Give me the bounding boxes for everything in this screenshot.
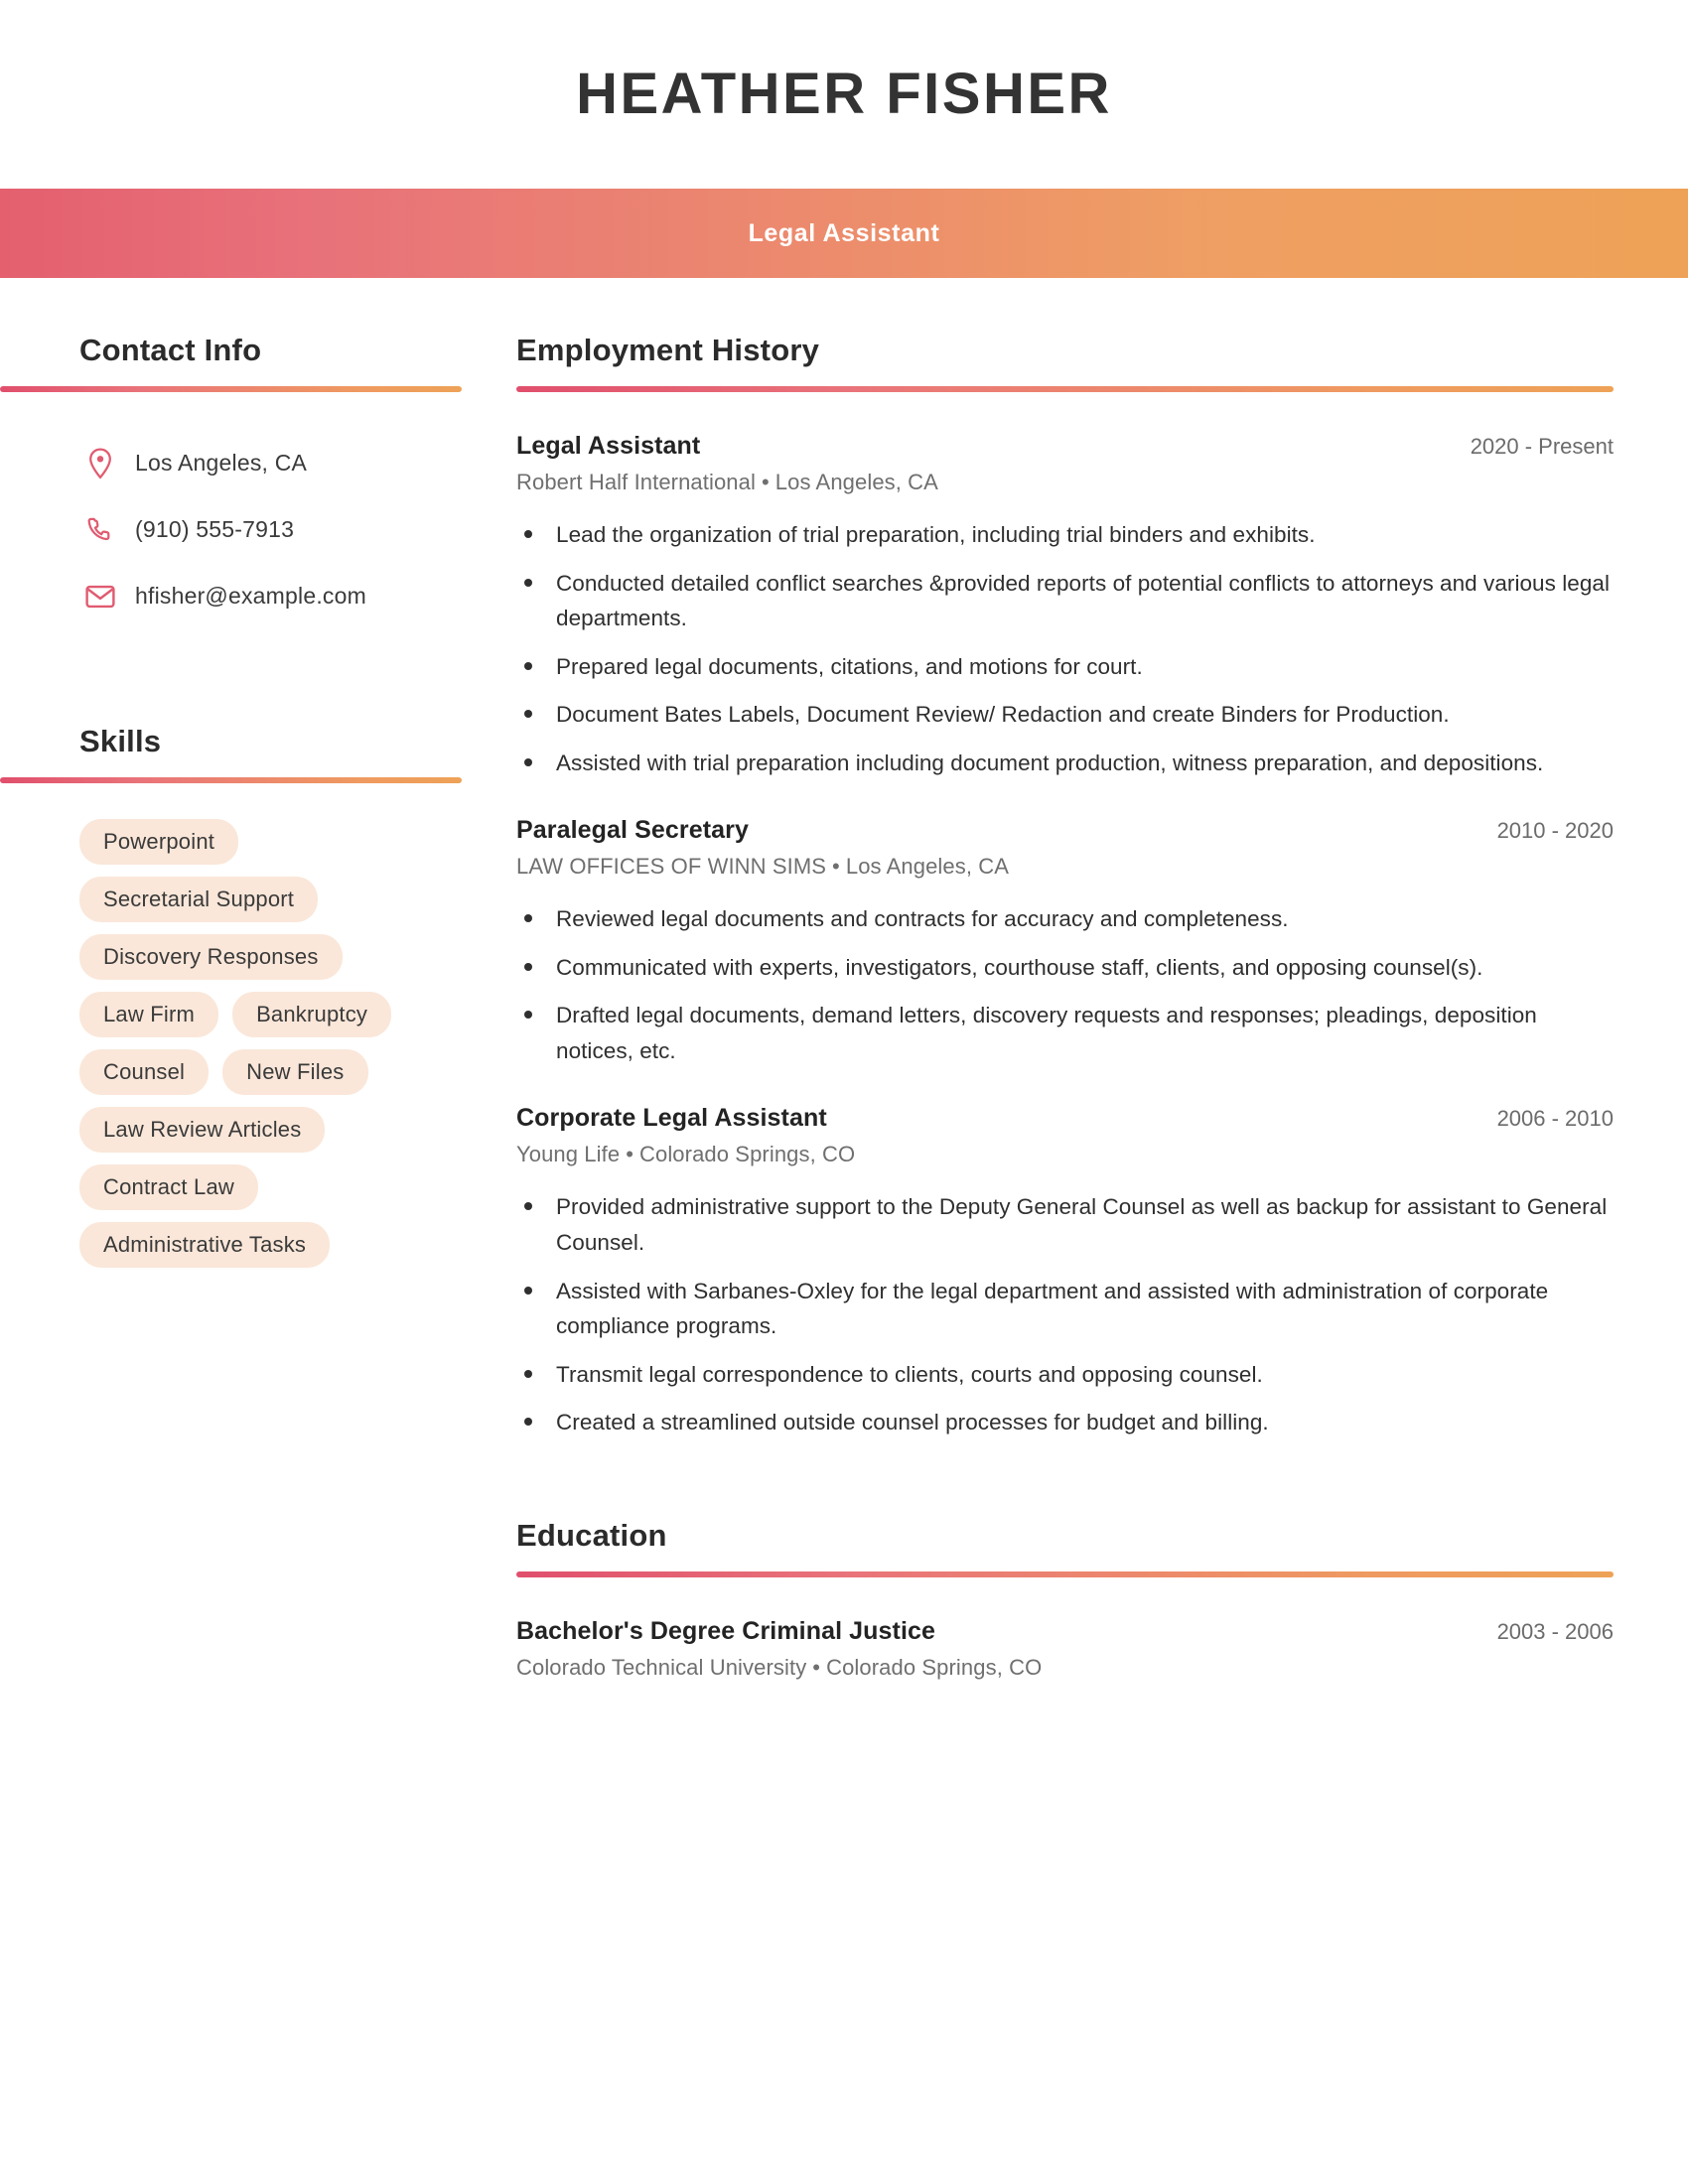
entry-organization: Colorado Technical University • Colorado S… — [516, 1655, 1614, 1681]
skill-tag: Law Review Articles — [79, 1107, 326, 1153]
skill-tag: Administrative Tasks — [79, 1222, 331, 1268]
section-divider — [0, 386, 462, 392]
entry-organization: Robert Half International • Los Angeles, C… — [516, 470, 1614, 495]
entry-dates: 2010 - 2020 — [1496, 818, 1614, 844]
bullet-item: Document Bates Labels, Document Review/ … — [516, 697, 1614, 733]
entry-organization: LAW OFFICES OF WINN SIMS • Los Angeles, CA — [516, 854, 1614, 880]
contact-location-text: Los Angeles, CA — [135, 450, 308, 476]
entry-bullets: Reviewed legal documents and contracts f… — [516, 901, 1614, 1068]
skill-tag: Counsel — [79, 1049, 210, 1095]
bullet-separator: • — [626, 1142, 633, 1167]
degree-title: Bachelor's Degree Criminal Justice — [516, 1616, 936, 1645]
entry-header: Corporate Legal Assistant 2006 - 2010 — [516, 1104, 1614, 1133]
bullet-separator: • — [832, 854, 840, 880]
entry-role: Paralegal Secretary — [516, 816, 750, 845]
contact-info-heading: Contact Info — [79, 333, 262, 367]
education-section: Education Bachelor's Degree Criminal Jus… — [516, 1518, 1614, 1681]
skill-tag: Contract Law — [79, 1164, 259, 1210]
entry-location: Los Angeles, CA — [774, 470, 938, 494]
job-title-band: Legal Assistant — [0, 189, 1688, 278]
entry-dates: 2006 - 2010 — [1496, 1106, 1614, 1132]
skills-list: Powerpoint Secretarial Support Discovery… — [0, 819, 417, 1268]
entry-company: Young Life — [516, 1142, 621, 1167]
bullet-item: Created a streamlined outside counsel pr… — [516, 1405, 1614, 1440]
entry-location: Colorado Springs, CO — [826, 1654, 1043, 1680]
bullet-item: Communicated with experts, investigators… — [516, 950, 1614, 986]
entry-dates: 2020 - Present — [1470, 434, 1614, 459]
entry-company: Robert Half International — [516, 470, 756, 494]
employment-entry: Paralegal Secretary 2010 - 2020 LAW OFFI… — [516, 816, 1614, 1068]
resume-header: HEATHER FISHER — [0, 0, 1688, 189]
skill-tag: New Files — [222, 1049, 368, 1095]
entry-location: Colorado Springs, CO — [639, 1142, 856, 1167]
bullet-separator: • — [812, 1654, 821, 1680]
employment-entry: Legal Assistant 2020 - Present Robert Ha… — [516, 432, 1614, 780]
bullet-item: Prepared legal documents, citations, and… — [516, 649, 1614, 685]
entry-organization: Young Life • Colorado Springs, CO — [516, 1142, 1614, 1167]
bullet-item: Transmit legal correspondence to clients… — [516, 1357, 1614, 1393]
employment-history-section: Employment History Legal Assistant 2020 … — [516, 333, 1614, 1440]
entry-company: LAW OFFICES OF WINN SIMS — [516, 854, 827, 880]
entry-dates: 2003 - 2006 — [1496, 1618, 1614, 1644]
page-title: HEATHER FISHER — [576, 62, 1112, 126]
resume-body: Contact Info Los Angeles, CA (910) 555-7… — [0, 278, 1688, 1681]
section-divider — [0, 777, 462, 783]
skill-tag: Discovery Responses — [79, 934, 343, 980]
contact-row-phone: (910) 555-7913 — [79, 496, 516, 563]
education-heading: Education — [516, 1517, 667, 1553]
contact-list: Los Angeles, CA (910) 555-7913 hfisher@e… — [0, 430, 516, 629]
job-title: Legal Assistant — [748, 218, 940, 247]
skills-heading: Skills — [79, 724, 162, 758]
bullet-separator: • — [761, 470, 770, 494]
location-pin-icon — [79, 447, 121, 479]
skill-tag: Law Firm — [79, 992, 219, 1037]
section-divider — [516, 1570, 1614, 1577]
entry-bullets: Provided administrative support to the D… — [516, 1189, 1614, 1439]
school-name: Colorado Technical University — [516, 1654, 807, 1680]
bullet-item: Lead the organization of trial preparati… — [516, 517, 1614, 553]
bullet-item: Assisted with trial preparation includin… — [516, 746, 1614, 781]
contact-email-text: hfisher@example.com — [135, 583, 366, 609]
education-entry: Bachelor's Degree Criminal Justice 2003 … — [516, 1617, 1614, 1681]
entry-header: Legal Assistant 2020 - Present — [516, 432, 1614, 461]
employment-entry: Corporate Legal Assistant 2006 - 2010 Yo… — [516, 1104, 1614, 1439]
employment-entries: Legal Assistant 2020 - Present Robert Ha… — [516, 432, 1614, 1440]
skill-tag: Bankruptcy — [232, 992, 392, 1037]
bullet-item: Reviewed legal documents and contracts f… — [516, 901, 1614, 937]
entry-header: Paralegal Secretary 2010 - 2020 — [516, 816, 1614, 845]
section-divider — [516, 386, 1614, 392]
envelope-icon — [79, 585, 121, 609]
employment-history-heading: Employment History — [516, 333, 820, 367]
entry-header: Bachelor's Degree Criminal Justice 2003 … — [516, 1617, 1614, 1646]
entry-bullets: Lead the organization of trial preparati… — [516, 517, 1614, 780]
bullet-item: Provided administrative support to the D… — [516, 1189, 1614, 1260]
bullet-item: Conducted detailed conflict searches &pr… — [516, 566, 1614, 636]
contact-row-location: Los Angeles, CA — [79, 430, 516, 496]
bullet-item: Drafted legal documents, demand letters,… — [516, 998, 1614, 1068]
skill-tag: Powerpoint — [79, 819, 239, 865]
bullet-item: Assisted with Sarbanes-Oxley for the leg… — [516, 1274, 1614, 1344]
sidebar: Contact Info Los Angeles, CA (910) 555-7… — [0, 333, 516, 1268]
skills-section: Skills Powerpoint Secretarial Support Di… — [0, 724, 516, 1268]
contact-phone-text: (910) 555-7913 — [135, 516, 295, 542]
contact-row-email: hfisher@example.com — [79, 563, 516, 629]
contact-info-section: Contact Info Los Angeles, CA (910) 555-7… — [0, 333, 516, 629]
skill-tag: Secretarial Support — [79, 877, 319, 922]
entry-role: Legal Assistant — [516, 432, 701, 460]
phone-icon — [79, 516, 121, 544]
entry-role: Corporate Legal Assistant — [516, 1104, 827, 1133]
main-column: Employment History Legal Assistant 2020 … — [516, 333, 1688, 1681]
entry-location: Los Angeles, CA — [845, 854, 1010, 880]
